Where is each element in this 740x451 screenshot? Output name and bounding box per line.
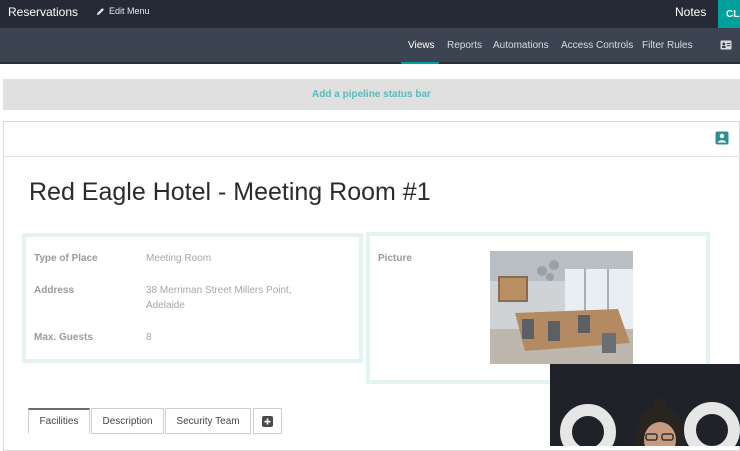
- type-of-place-label: Type of Place: [34, 253, 98, 264]
- tab-facilities-label: Facilities: [39, 416, 79, 427]
- notes-menu[interactable]: Notes: [675, 5, 706, 19]
- picture-label: Picture: [378, 253, 412, 264]
- pencil-icon: [96, 7, 104, 15]
- type-of-place-value[interactable]: Meeting Room: [146, 251, 211, 266]
- max-guests-label: Max. Guests: [34, 332, 93, 343]
- avatar-add-icon[interactable]: [715, 131, 729, 145]
- tab-reports[interactable]: Reports: [447, 40, 482, 51]
- presenter-video: [550, 364, 740, 446]
- max-guests-value[interactable]: 8: [146, 330, 152, 345]
- record-title[interactable]: Red Eagle Hotel - Meeting Room #1: [29, 178, 431, 207]
- tab-description[interactable]: Description: [91, 408, 164, 434]
- studio-toolbar: Views Reports Automations Access Control…: [0, 28, 740, 64]
- tab-security-team-label: Security Team: [176, 415, 240, 427]
- address-label: Address: [34, 285, 75, 296]
- plus-square-icon: [262, 415, 273, 427]
- tab-description-label: Description: [102, 415, 153, 427]
- tab-filter-rules[interactable]: Filter Rules: [642, 40, 693, 51]
- tab-automations[interactable]: Automations: [493, 40, 549, 51]
- id-card-icon[interactable]: [720, 40, 732, 50]
- edit-menu-label: Edit Menu: [109, 6, 150, 16]
- sheet-header-divider: [3, 156, 740, 157]
- address-value-line2[interactable]: Adelaide: [146, 298, 185, 313]
- tab-security-team[interactable]: Security Team: [165, 408, 251, 434]
- webcam-overlay: [550, 364, 740, 446]
- tab-facilities[interactable]: Facilities: [28, 408, 90, 434]
- close-studio-label: CL: [726, 8, 740, 20]
- tab-views[interactable]: Views: [408, 40, 435, 51]
- room-picture[interactable]: [490, 251, 633, 364]
- meeting-room-photo: [490, 251, 633, 364]
- edit-menu-button[interactable]: Edit Menu: [96, 6, 150, 16]
- app-name[interactable]: Reservations: [8, 5, 78, 19]
- add-pipeline-status-bar[interactable]: Add a pipeline status bar: [3, 79, 740, 110]
- close-studio-button[interactable]: CL: [718, 0, 740, 28]
- active-tab-indicator: [401, 62, 439, 64]
- address-value-line1[interactable]: 38 Merriman Street Millers Point,: [146, 283, 292, 298]
- top-navbar: Reservations Edit Menu Notes CL: [0, 0, 740, 28]
- pipeline-label: Add a pipeline status bar: [312, 89, 431, 100]
- add-tab-button[interactable]: [253, 408, 282, 434]
- tab-access-controls[interactable]: Access Controls: [561, 40, 633, 51]
